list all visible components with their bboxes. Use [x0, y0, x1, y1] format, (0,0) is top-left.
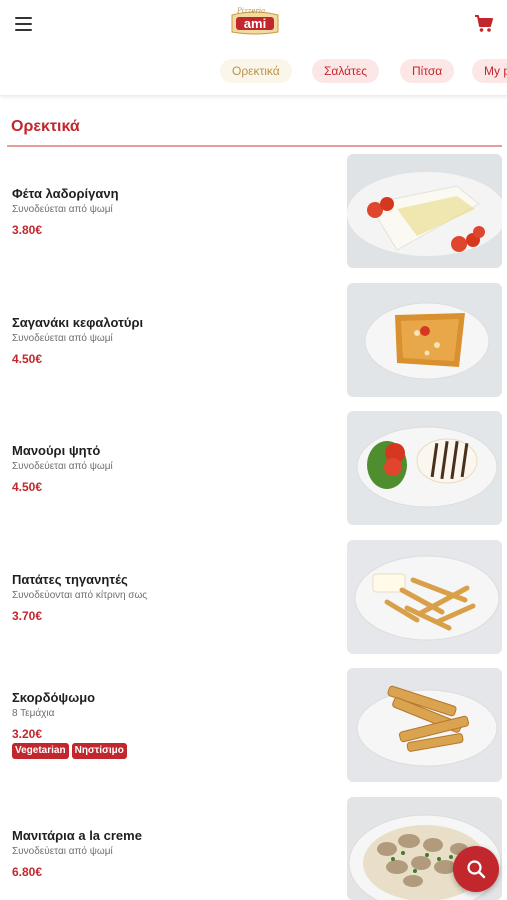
menu-item[interactable]: Μανούρι ψητό Συνοδεύεται από ψωμί 4.50€ — [0, 411, 507, 527]
tag-nistisimo: Νηστίσιμο — [71, 743, 127, 759]
logo-text: ami — [244, 16, 266, 31]
item-name: Μανούρι ψητό — [12, 443, 101, 458]
item-price: 3.70€ — [12, 609, 43, 623]
tab-orektika[interactable]: Ορεκτικά — [220, 59, 292, 83]
hamburger-menu-icon[interactable] — [15, 17, 32, 31]
logo-script: Pizzeria — [236, 7, 265, 15]
item-name: Φέτα λαδορίγανη — [12, 186, 119, 201]
item-description: 8 Τεμάχια — [12, 708, 55, 719]
category-tabs: Ορεκτικά Σαλάτες Πίτσα My p — [0, 48, 507, 96]
tag-vegetarian: Vegetarian — [12, 743, 69, 759]
menu-item[interactable]: Πατάτες τηγανητές Συνοδεύονται από κίτρι… — [0, 540, 507, 656]
manouri-photo — [347, 411, 502, 525]
garlic-bread-photo — [347, 668, 502, 782]
item-name: Πατάτες τηγανητές — [12, 572, 128, 587]
shopping-cart-icon[interactable] — [474, 15, 494, 33]
menu-item[interactable]: Σκορδόψωμο 8 Τεμάχια 3.20€ Vegetarian Νη… — [0, 668, 507, 784]
logo[interactable]: Pizzeria ami — [229, 5, 281, 37]
item-name: Σαγανάκι κεφαλοτύρι — [12, 315, 144, 330]
search-icon — [467, 860, 486, 879]
tab-salates[interactable]: Σαλάτες — [312, 59, 379, 83]
tab-my-p[interactable]: My p — [472, 59, 507, 83]
item-price: 3.80€ — [12, 223, 43, 237]
feta-photo — [347, 154, 502, 268]
item-tags: Vegetarian Νηστίσιμο — [12, 743, 127, 759]
item-price: 3.20€ — [12, 727, 43, 741]
saganaki-photo — [347, 283, 502, 397]
item-price: 4.50€ — [12, 480, 43, 494]
item-price: 4.50€ — [12, 352, 43, 366]
item-price: 6.80€ — [12, 865, 43, 879]
item-description: Συνοδεύεται από ψωμί — [12, 846, 113, 857]
section-divider — [7, 145, 502, 147]
tab-pitsa[interactable]: Πίτσα — [400, 59, 455, 83]
item-description: Συνοδεύεται από ψωμί — [12, 204, 113, 215]
item-description: Συνοδεύεται από ψωμί — [12, 461, 113, 472]
section-title: Ορεκτικά — [11, 118, 80, 135]
search-button[interactable] — [453, 846, 499, 892]
top-bar: Pizzeria ami — [0, 0, 507, 48]
item-description: Συνοδεύεται από ψωμί — [12, 333, 113, 344]
item-description: Συνοδεύονται από κίτρινη σως — [12, 590, 148, 601]
item-name: Μανιτάρια a la creme — [12, 828, 142, 843]
menu-item[interactable]: Φέτα λαδορίγανη Συνοδεύεται από ψωμί 3.8… — [0, 154, 507, 270]
fries-photo — [347, 540, 502, 654]
menu-item[interactable]: Μανιτάρια a la creme Συνοδεύεται από ψωμ… — [0, 797, 507, 900]
item-name: Σκορδόψωμο — [12, 690, 96, 705]
menu-item[interactable]: Σαγανάκι κεφαλοτύρι Συνοδεύεται από ψωμί… — [0, 283, 507, 399]
